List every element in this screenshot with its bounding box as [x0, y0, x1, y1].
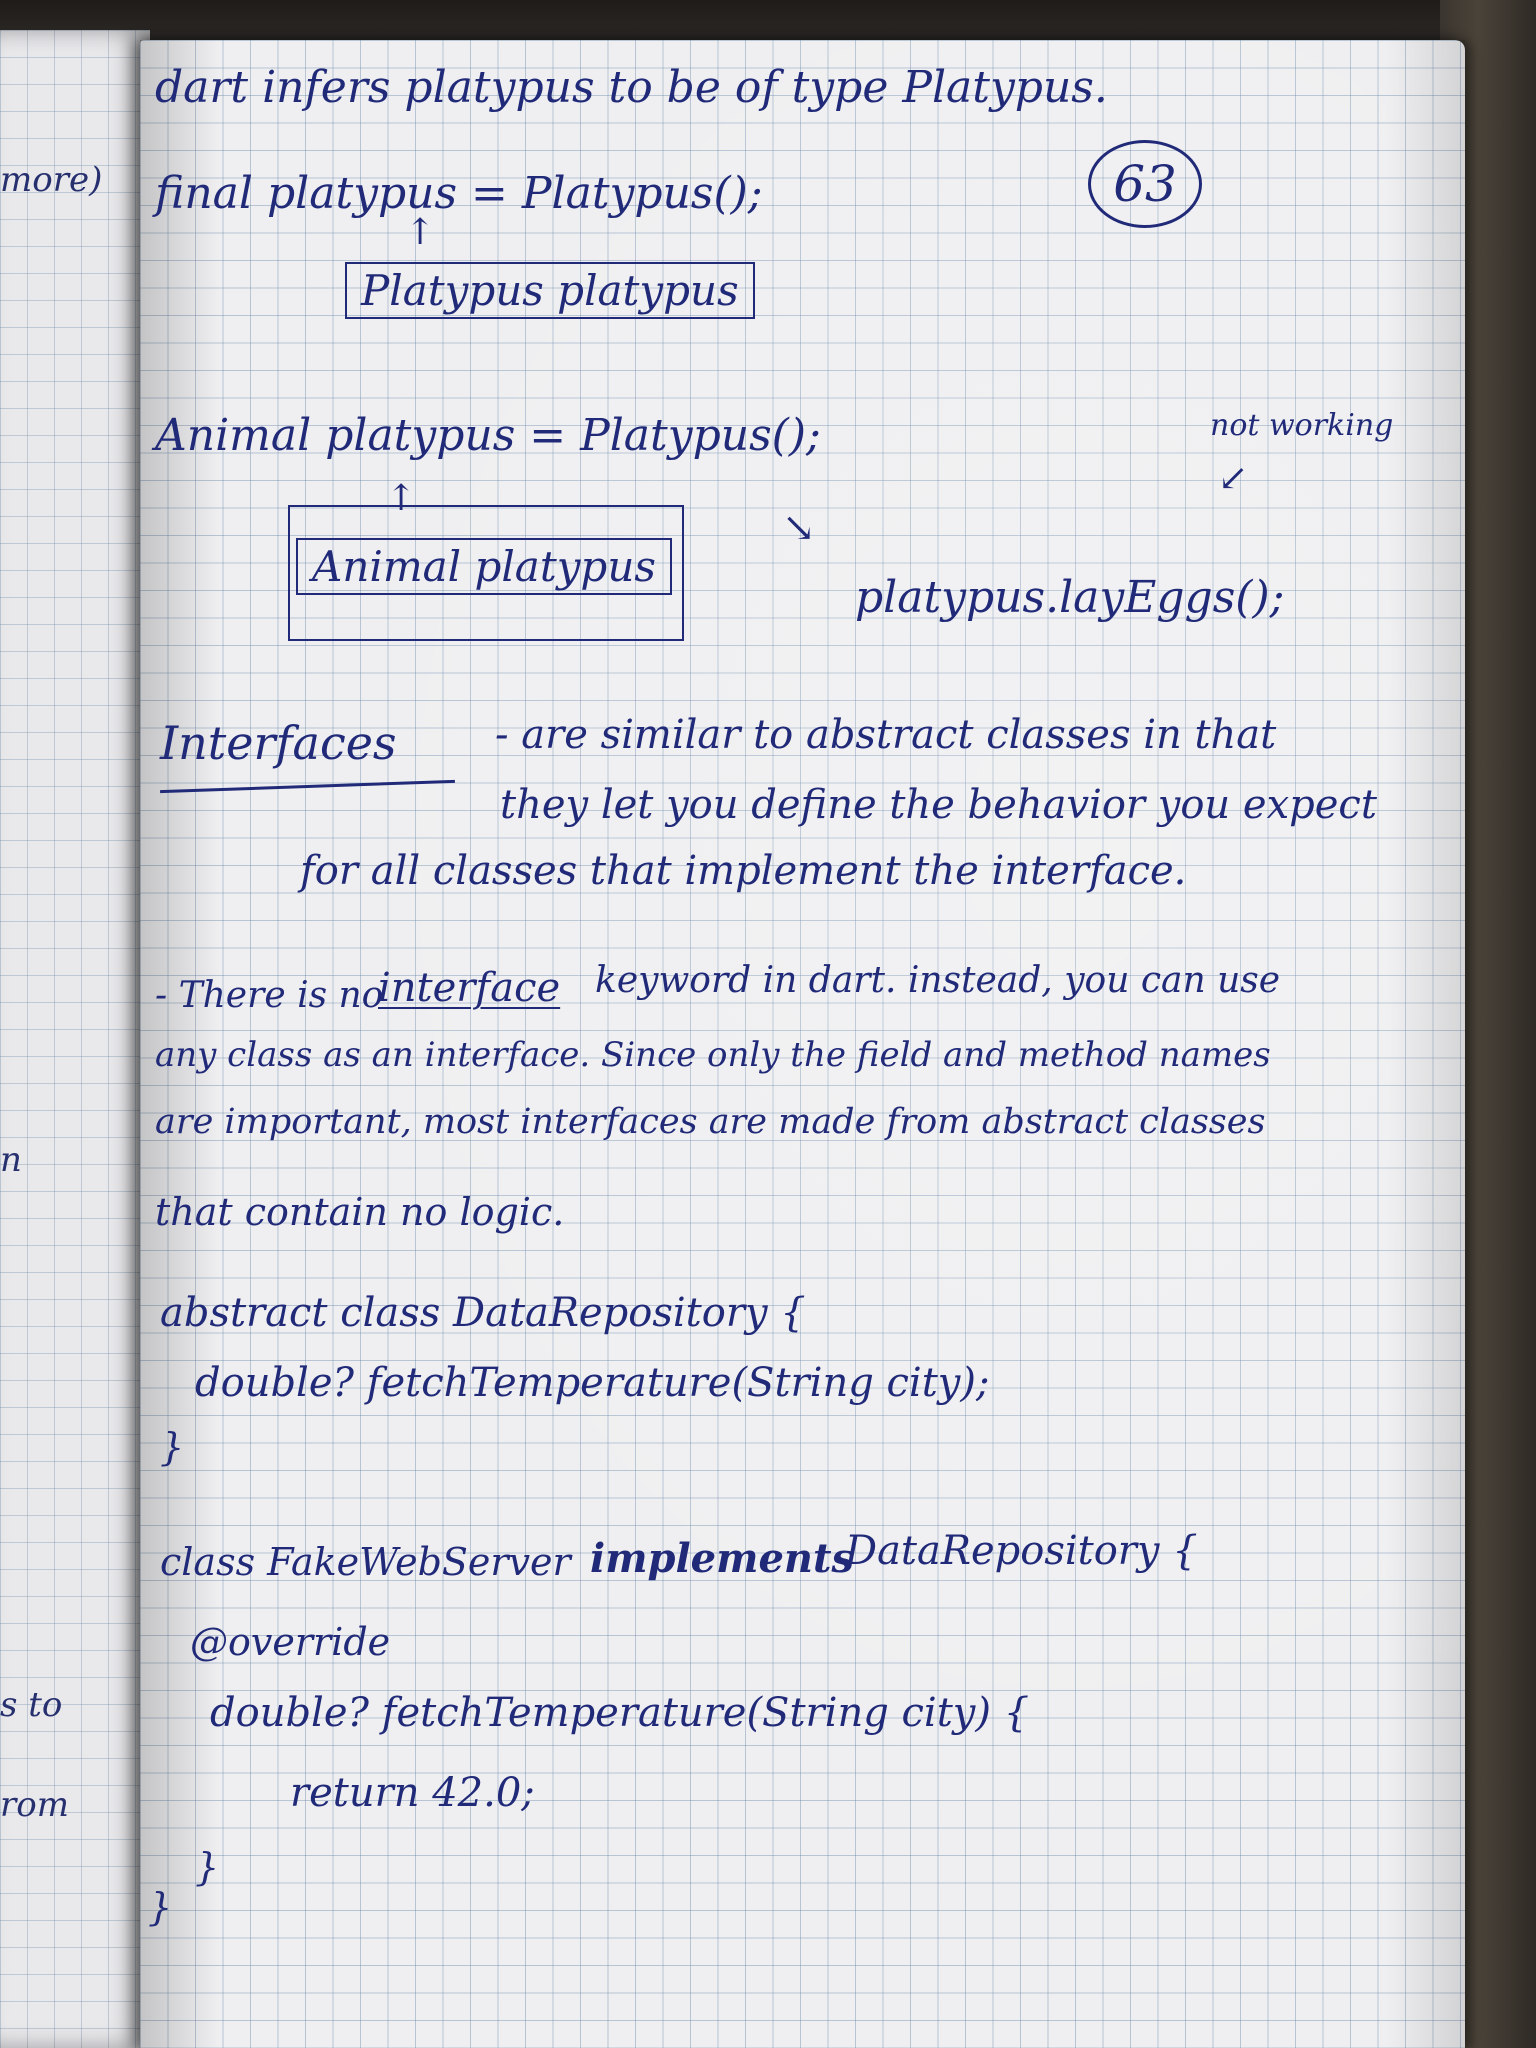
note-line: keyword in dart. instead, you can use	[595, 960, 1281, 1001]
keyword-highlight: interface	[378, 965, 561, 1011]
code-line: return 42.0;	[290, 1770, 535, 1816]
side-note: not working	[1210, 408, 1394, 443]
code-keyword: implements	[590, 1535, 854, 1582]
down-left-arrow-icon: ↙	[1218, 458, 1249, 499]
type-box: Animal platypus	[296, 538, 672, 595]
left-page-snippet: s to	[0, 1685, 63, 1725]
code-line: platypus.layEggs();	[855, 572, 1285, 623]
left-page-snippet: n	[0, 1140, 22, 1180]
background-top	[0, 0, 1536, 40]
code-line: Animal platypus = Platypus();	[155, 410, 821, 461]
left-page-snippet: more)	[0, 160, 103, 200]
code-line: class FakeWebServer	[160, 1540, 571, 1584]
note-line: are important, most interfaces are made …	[155, 1102, 1266, 1142]
note-line: - There is no	[155, 975, 384, 1016]
left-page-snippet: rom	[0, 1785, 69, 1825]
note-line: - are similar to abstract classes in tha…	[495, 712, 1277, 758]
note-line: dart infers platypus to be of type Platy…	[155, 62, 1108, 113]
code-line: }	[195, 1845, 220, 1889]
up-arrow-icon: ↑	[405, 212, 436, 253]
type-box: Platypus platypus	[345, 262, 755, 319]
code-line: double? fetchTemperature(String city) {	[210, 1690, 1030, 1736]
section-heading: Interfaces	[160, 716, 397, 770]
previous-page: more) n s to rom	[0, 30, 150, 2048]
code-annotation: @override	[190, 1620, 391, 1664]
down-right-arrow-icon: ↘	[782, 505, 816, 551]
code-line: final platypus = Platypus();	[155, 168, 763, 219]
page-number: 63	[1088, 140, 1202, 228]
code-line: abstract class DataRepository {	[160, 1290, 806, 1336]
note-line: for all classes that implement the inter…	[300, 848, 1187, 894]
code-line: DataRepository {	[845, 1528, 1198, 1574]
note-line: any class as an interface. Since only th…	[155, 1035, 1271, 1075]
code-line: double? fetchTemperature(String city);	[195, 1360, 990, 1406]
code-line: }	[148, 1885, 173, 1929]
code-line: }	[160, 1425, 185, 1469]
note-line: that contain no logic.	[155, 1190, 565, 1234]
note-line: they let you define the behavior you exp…	[500, 782, 1377, 828]
